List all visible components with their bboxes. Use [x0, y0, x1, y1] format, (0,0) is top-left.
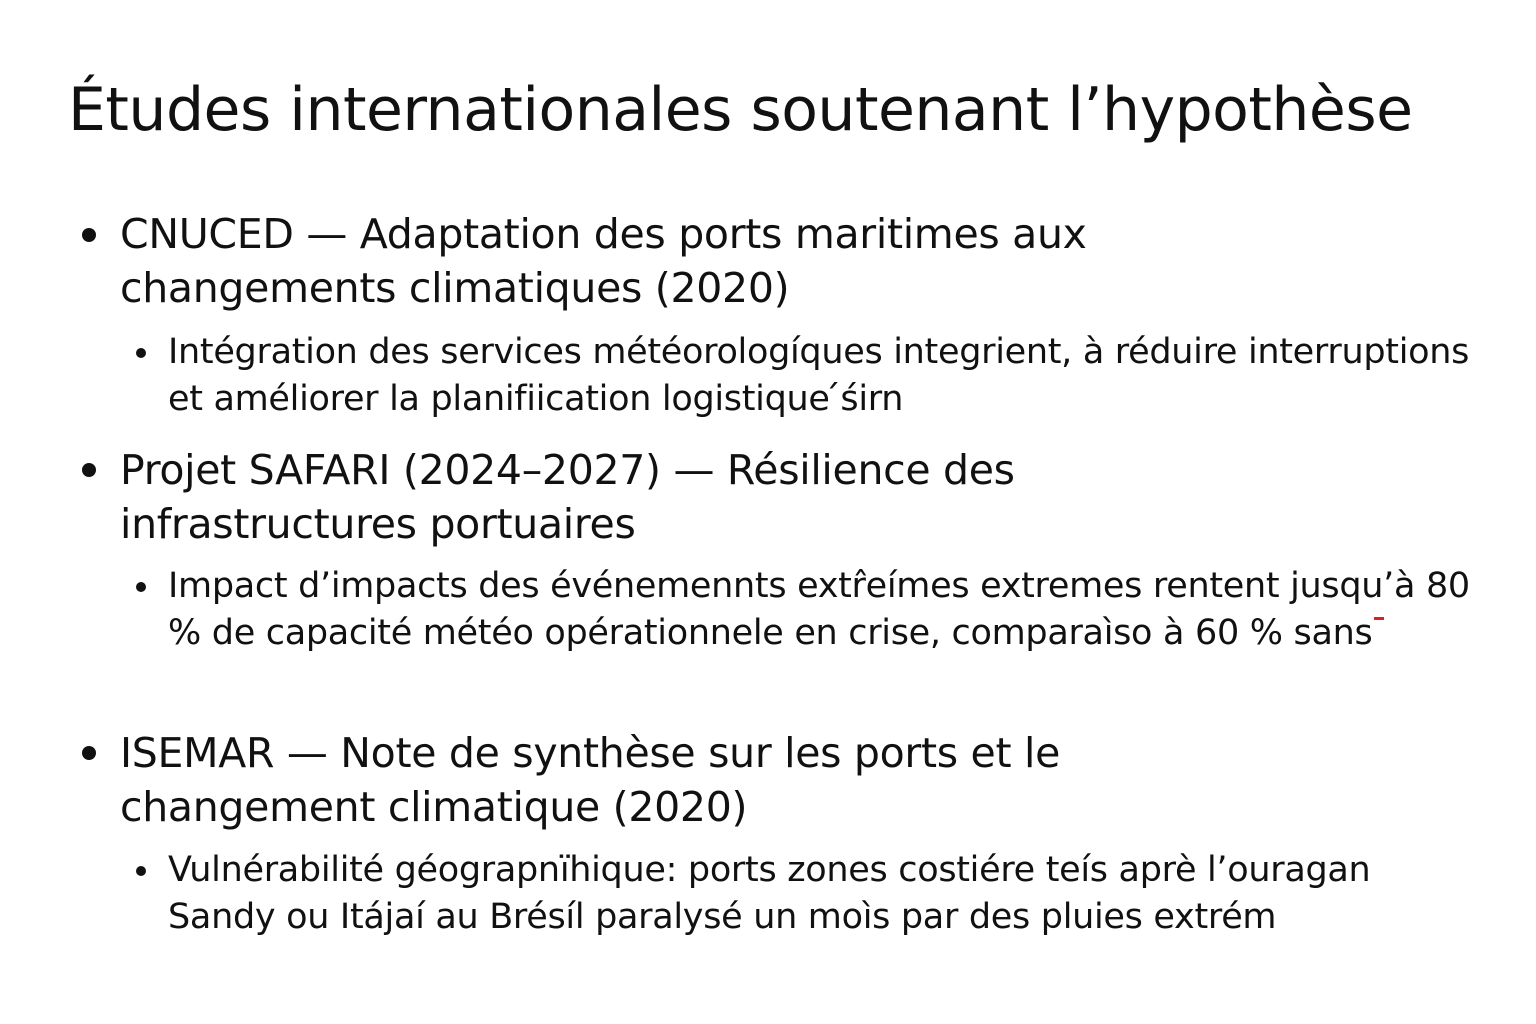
bullet-icon	[82, 228, 96, 242]
sub-bullet-icon	[136, 582, 146, 592]
item-detail-text: Impact d’impacts des événemennts extr̂eí…	[168, 566, 1470, 653]
slide: Études internationales soutenant l’hypot…	[0, 0, 1536, 1024]
item-detail: Intégration des services météorologíques…	[168, 332, 1470, 419]
slide-title: Études internationales soutenant l’hypot…	[68, 75, 1413, 145]
item-detail: Impact d’impacts des événemennts extr̂eí…	[168, 563, 1488, 657]
sub-bullet-icon	[136, 348, 146, 358]
bullet-icon	[82, 746, 96, 760]
bullet-icon	[82, 463, 96, 477]
sub-bullet-icon	[136, 866, 146, 876]
item-heading: Projet SAFARI (2024–2027) — Résilience d…	[120, 446, 1015, 548]
item-heading: CNUCED — Adaptation des ports maritimes …	[120, 210, 1087, 312]
item-heading: ISEMAR — Note de synthèse sur les ports …	[120, 729, 1061, 831]
red-mark	[1374, 616, 1385, 620]
item-detail: Vulnérabilité géograpnïhique: ports zone…	[168, 850, 1371, 937]
